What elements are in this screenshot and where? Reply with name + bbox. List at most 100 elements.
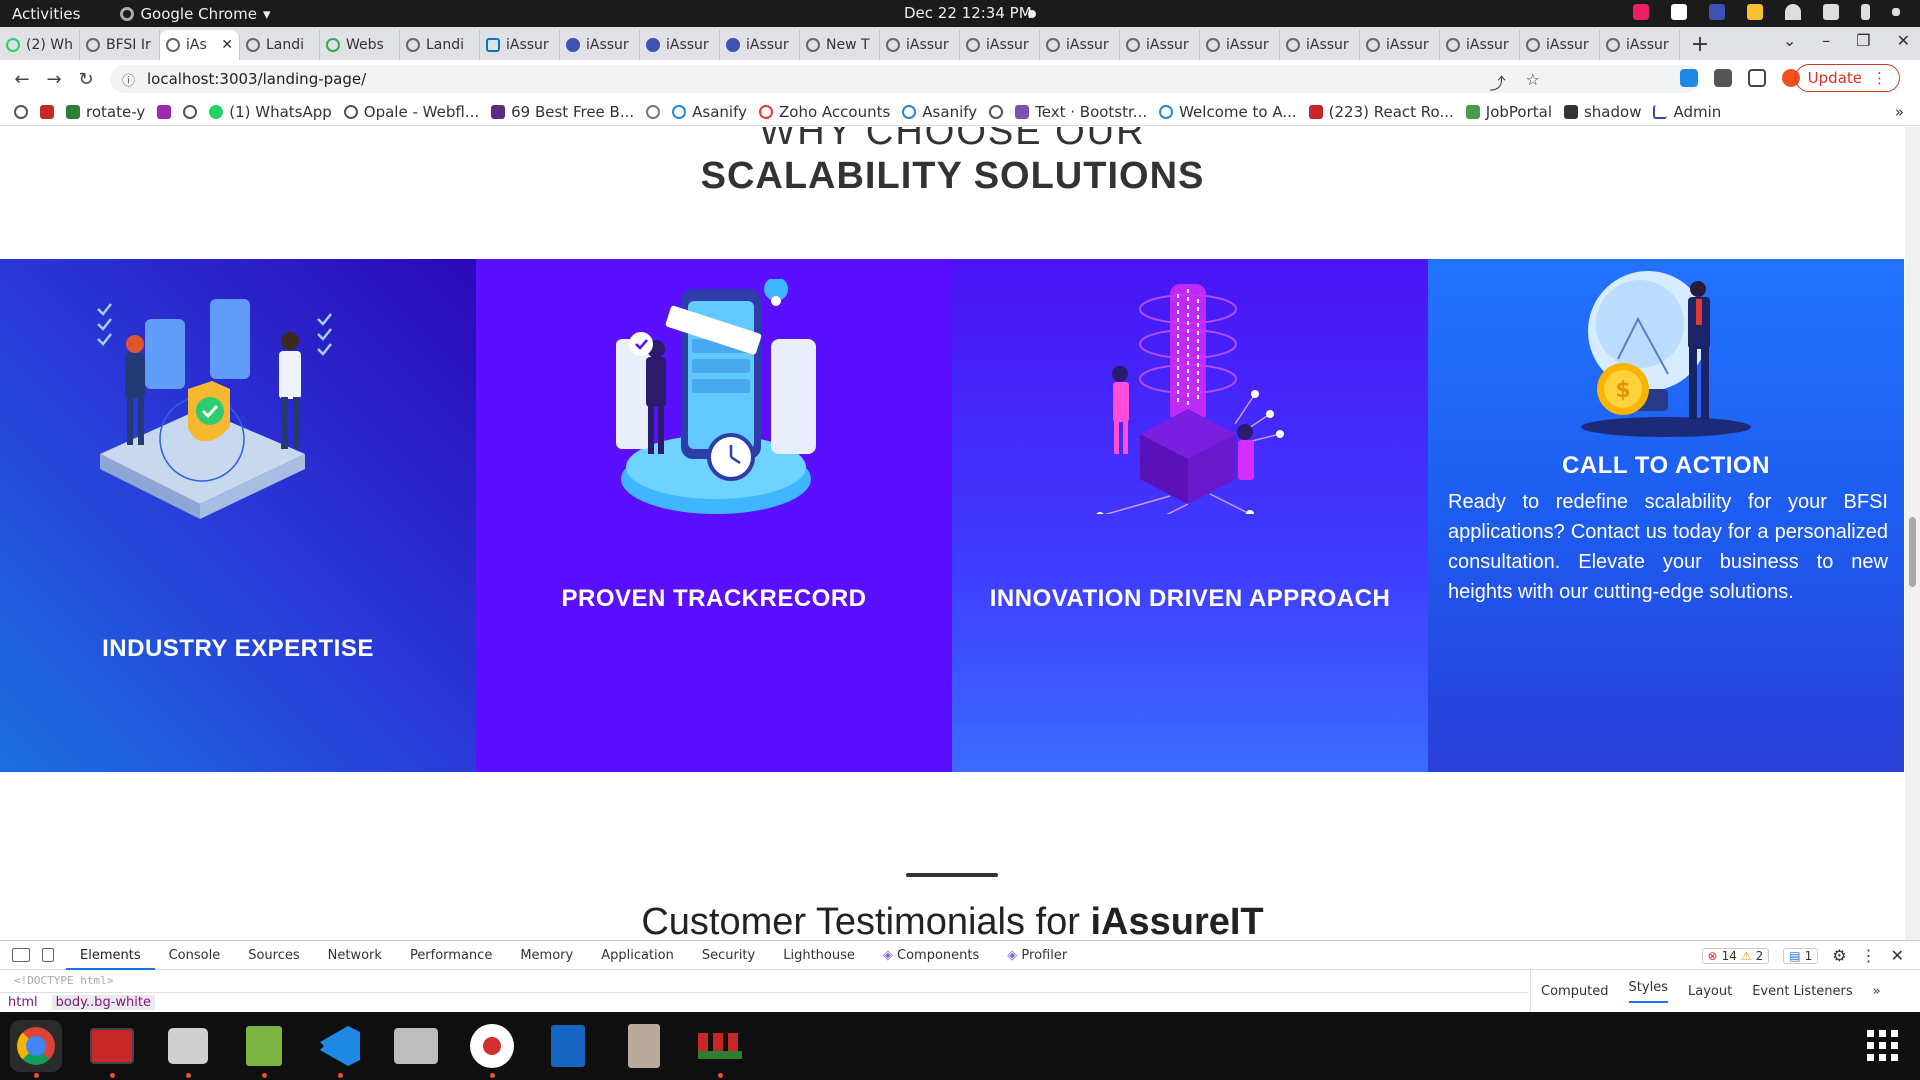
devtools-tab-application[interactable]: Application bbox=[587, 941, 688, 970]
dock-chrome[interactable] bbox=[10, 1020, 62, 1078]
dock-document[interactable] bbox=[542, 1020, 594, 1072]
browser-tab[interactable]: iAssur bbox=[720, 30, 800, 60]
tab-search-icon[interactable]: ⌄ bbox=[1783, 31, 1796, 50]
more-bookmarks-icon[interactable]: » bbox=[1895, 103, 1904, 121]
activities-button[interactable]: Activities bbox=[12, 5, 80, 23]
side-panel-icon[interactable] bbox=[1748, 69, 1766, 87]
breadcrumb-body[interactable]: body..bg-white bbox=[51, 995, 155, 1010]
power-menu-icon[interactable] bbox=[1892, 8, 1900, 16]
update-button[interactable]: Update ⋮ bbox=[1794, 64, 1900, 92]
new-tab-button[interactable]: + bbox=[1680, 30, 1720, 60]
bookmark-item[interactable] bbox=[183, 104, 198, 119]
restore-icon[interactable]: ❐ bbox=[1856, 31, 1870, 50]
url-text[interactable]: localhost:3003/landing-page/ bbox=[147, 70, 366, 88]
dock-files[interactable] bbox=[162, 1020, 214, 1078]
breadcrumb-html[interactable]: html bbox=[8, 995, 38, 1010]
browser-tab[interactable]: iAssur bbox=[1120, 30, 1200, 60]
bookmark-item[interactable]: Asanify bbox=[672, 103, 747, 121]
styles-tab-styles[interactable]: Styles bbox=[1628, 980, 1668, 1003]
share-icon[interactable]: ⤴ bbox=[1490, 70, 1506, 94]
forward-icon[interactable]: → bbox=[38, 69, 70, 90]
show-applications-icon[interactable] bbox=[1867, 1030, 1898, 1061]
bookmark-item[interactable]: Asanify bbox=[902, 103, 977, 121]
bookmark-item[interactable]: Text · Bootstr... bbox=[1015, 103, 1147, 121]
browser-tab[interactable]: iAssur bbox=[1520, 30, 1600, 60]
issues-badge[interactable]: ⊗ 14 ⚠ 2 bbox=[1701, 947, 1770, 964]
browser-tab[interactable]: Landi bbox=[240, 30, 320, 60]
devtools-tab-security[interactable]: Security bbox=[688, 941, 769, 970]
devtools-tab-memory[interactable]: Memory bbox=[506, 941, 587, 970]
bookmark-item[interactable] bbox=[14, 104, 28, 119]
address-bar[interactable]: ⓘ localhost:3003/landing-page/ bbox=[110, 65, 1700, 93]
dock-search-tool[interactable] bbox=[390, 1020, 442, 1072]
devtools-tab-console[interactable]: Console bbox=[155, 941, 235, 970]
bookmark-item[interactable] bbox=[646, 104, 661, 119]
page-scrollbar[interactable] bbox=[1905, 127, 1920, 940]
bookmark-item[interactable]: (1) WhatsApp bbox=[209, 103, 332, 121]
site-info-icon[interactable]: ⓘ bbox=[122, 70, 135, 89]
devtools-tab-lighthouse[interactable]: Lighthouse bbox=[769, 941, 869, 970]
browser-tab[interactable]: iAssur bbox=[1360, 30, 1440, 60]
browser-tab[interactable]: iAssur bbox=[1280, 30, 1360, 60]
bookmark-item[interactable]: (223) React Ro... bbox=[1308, 103, 1454, 121]
styles-tab-layout[interactable]: Layout bbox=[1688, 984, 1732, 999]
bookmark-item[interactable]: shadow bbox=[1563, 103, 1641, 121]
battery-icon[interactable] bbox=[1861, 4, 1870, 20]
bookmark-item[interactable]: JobPortal bbox=[1465, 103, 1552, 121]
browser-tab[interactable]: New T bbox=[800, 30, 880, 60]
back-icon[interactable]: ← bbox=[6, 69, 38, 90]
browser-tab[interactable]: Landi bbox=[400, 30, 480, 60]
browser-tab[interactable]: BFSI Ir bbox=[80, 30, 160, 60]
system-tray[interactable] bbox=[1633, 4, 1900, 20]
devtools-tab-components[interactable]: ◈ Components bbox=[869, 941, 993, 970]
scrollbar-thumb[interactable] bbox=[1909, 517, 1916, 587]
device-toolbar-icon[interactable] bbox=[42, 948, 54, 962]
more-tabs-icon[interactable]: » bbox=[1873, 984, 1881, 999]
bookmark-item[interactable] bbox=[40, 104, 54, 119]
minimize-icon[interactable]: – bbox=[1822, 31, 1830, 50]
browser-tab[interactable]: iAssur bbox=[480, 30, 560, 60]
doctype-node[interactable]: <!DOCTYPE html> bbox=[14, 974, 113, 987]
browser-tab[interactable]: iAssur bbox=[1040, 30, 1120, 60]
volume-icon[interactable] bbox=[1823, 4, 1839, 20]
close-tab-icon[interactable]: ✕ bbox=[221, 37, 233, 53]
notes-icon[interactable] bbox=[1747, 4, 1763, 20]
dock-archive[interactable] bbox=[618, 1020, 670, 1072]
extension-icon[interactable] bbox=[1680, 69, 1698, 87]
bookmark-item[interactable] bbox=[989, 104, 1004, 119]
bookmark-star-icon[interactable]: ☆ bbox=[1526, 70, 1540, 94]
browser-tab[interactable]: iAssur bbox=[1600, 30, 1680, 60]
bookmark-item[interactable]: 69 Best Free B... bbox=[491, 103, 634, 121]
inspect-element-icon[interactable] bbox=[12, 948, 30, 962]
styles-tab-event-listeners[interactable]: Event Listeners bbox=[1752, 984, 1852, 999]
wifi-icon[interactable] bbox=[1785, 4, 1801, 20]
browser-tab[interactable]: iAssur bbox=[1200, 30, 1280, 60]
clock[interactable]: Dec 22 12:34 PM bbox=[904, 4, 1032, 22]
messages-badge[interactable]: ▤ 1 bbox=[1783, 947, 1819, 964]
browser-tab-active[interactable]: iAs ✕ bbox=[160, 30, 240, 60]
bookmark-item[interactable] bbox=[157, 104, 172, 119]
settings-gear-icon[interactable]: ⚙ bbox=[1832, 946, 1846, 965]
browser-tab[interactable]: iAssur bbox=[640, 30, 720, 60]
bookmark-item[interactable]: Zoho Accounts bbox=[759, 103, 890, 121]
browser-tab[interactable]: iAssur bbox=[960, 30, 1040, 60]
dock-grid-app[interactable] bbox=[694, 1020, 746, 1078]
dock-vscode[interactable] bbox=[314, 1020, 366, 1078]
bookmark-item[interactable]: Opale - Webfl... bbox=[343, 103, 479, 121]
dock-app-red[interactable] bbox=[86, 1020, 138, 1078]
bookmark-item[interactable]: Admin bbox=[1653, 103, 1721, 121]
devtools-tab-performance[interactable]: Performance bbox=[396, 941, 506, 970]
devtools-tab-sources[interactable]: Sources bbox=[234, 941, 313, 970]
browser-tab[interactable]: iAssur bbox=[880, 30, 960, 60]
devtools-tab-network[interactable]: Network bbox=[314, 941, 396, 970]
devtools-tab-elements[interactable]: Elements bbox=[66, 941, 155, 970]
devtools-tab-profiler[interactable]: ◈ Profiler bbox=[993, 941, 1081, 970]
dock-text-editor[interactable] bbox=[238, 1020, 290, 1078]
dock-recorder[interactable] bbox=[466, 1020, 518, 1078]
browser-tab[interactable]: iAssur bbox=[560, 30, 640, 60]
puzzle-icon[interactable] bbox=[1714, 69, 1732, 87]
browser-tab[interactable]: Webs bbox=[320, 30, 400, 60]
tray-record-icon[interactable] bbox=[1671, 4, 1687, 20]
app-menu[interactable]: Google Chrome ▾ bbox=[120, 5, 270, 23]
tray-app-icon[interactable] bbox=[1633, 4, 1649, 20]
